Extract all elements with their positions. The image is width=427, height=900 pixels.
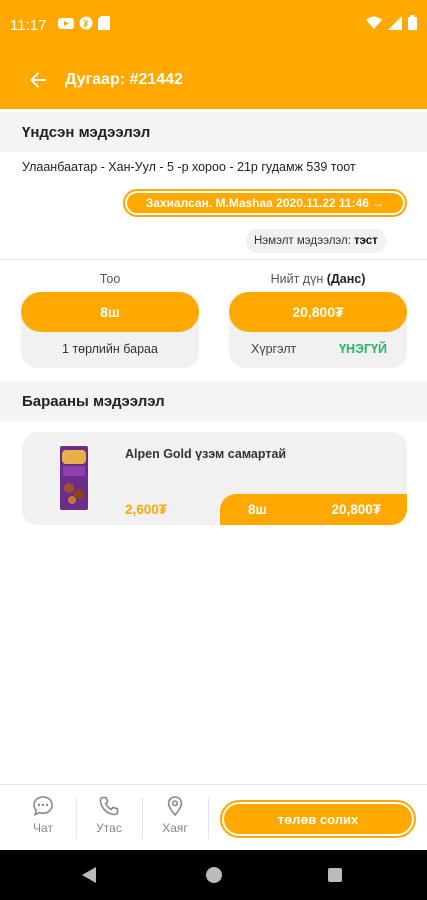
- nav-divider: [76, 797, 77, 839]
- delivery-address: Улаанбаатар - Хан-Уул - 5 -р хороо - 21р…: [22, 160, 356, 174]
- bottom-action-bar: Чат Утас Хаяг төлөв солих: [0, 784, 427, 850]
- product-item[interactable]: Alpen Gold үзэм самартай 2,600₮ 8ш 20,80…: [22, 432, 407, 525]
- youtube-icon: [58, 18, 74, 29]
- extra-info-label: Нэмэлт мэдээлэл:: [254, 235, 351, 247]
- phone-icon: [99, 796, 119, 816]
- product-types-count: 1 төрлийн бараа: [62, 342, 158, 356]
- page-title: Дугаар: #21442: [65, 71, 183, 88]
- products-header: Барааны мэдээлэл: [0, 381, 427, 421]
- divider: [0, 259, 427, 260]
- products-title: Барааны мэдээлэл: [22, 393, 165, 410]
- status-time: 11:17: [10, 17, 47, 34]
- status-bar: 11:17 ₮: [0, 0, 427, 52]
- address-button[interactable]: Хаяг: [145, 795, 205, 843]
- extra-info-value: тэст: [353, 235, 378, 247]
- order-status-button[interactable]: Захиалсан. M.Mashaa 2020.11.22 11:46 →: [123, 189, 407, 217]
- phone-button[interactable]: Утас: [79, 795, 139, 843]
- svg-text:₮: ₮: [83, 19, 89, 29]
- nav-divider: [142, 797, 143, 839]
- product-total: 20,800₮: [331, 502, 381, 517]
- location-pin-icon: [167, 796, 183, 817]
- delivery-value: ҮНЭГҮЙ: [339, 342, 387, 356]
- nav-divider: [208, 797, 209, 839]
- change-status-button[interactable]: төлөв солих: [220, 800, 416, 838]
- signal-icon: [388, 15, 402, 30]
- extra-info-chip: Нэмэлт мэдээлэл: тэст: [246, 229, 386, 253]
- battery-icon: [408, 15, 417, 30]
- app-bar: Дугаар: #21442: [0, 52, 427, 109]
- back-arrow-icon[interactable]: [26, 68, 50, 92]
- total-value: 20,800₮: [229, 292, 407, 332]
- total-summary: Нийт дүн (Данс) 20,800₮ Хүргэлт ҮНЭГҮЙ: [229, 268, 407, 368]
- delivery-label: Хүргэлт: [251, 342, 297, 356]
- sim-card-icon: [98, 16, 110, 30]
- system-back-icon[interactable]: [82, 867, 98, 883]
- address-label: Хаяг: [162, 821, 188, 835]
- notification-icons: ₮: [58, 16, 110, 30]
- basic-info-header: Үндсэн мэдээлэл: [0, 112, 427, 152]
- app-notification-icon: ₮: [79, 16, 93, 30]
- payment-method: (Данс): [326, 272, 366, 286]
- wifi-icon: [366, 16, 382, 29]
- system-status-icons: [366, 15, 417, 30]
- product-image: [60, 446, 88, 510]
- basic-info-title: Үндсэн мэдээлэл: [22, 124, 151, 141]
- system-recents-icon[interactable]: [328, 868, 342, 882]
- product-unit-price: 2,600₮: [125, 502, 168, 517]
- product-quantity-bar: 8ш 20,800₮: [220, 494, 407, 525]
- quantity-label: Тоо: [99, 272, 121, 286]
- chat-label: Чат: [33, 821, 53, 835]
- quantity-value: 8ш: [21, 292, 199, 332]
- chat-button[interactable]: Чат: [13, 795, 73, 843]
- product-name: Alpen Gold үзэм самартай: [125, 447, 287, 461]
- system-navigation-bar: [0, 850, 427, 900]
- product-quantity: 8ш: [248, 502, 267, 517]
- total-label: Нийт дүн (Данс): [270, 272, 366, 286]
- phone-label: Утас: [96, 821, 122, 835]
- quantity-summary: Тоо 8ш 1 төрлийн бараа: [21, 268, 199, 368]
- chat-icon: [33, 796, 53, 816]
- system-home-icon[interactable]: [206, 867, 222, 883]
